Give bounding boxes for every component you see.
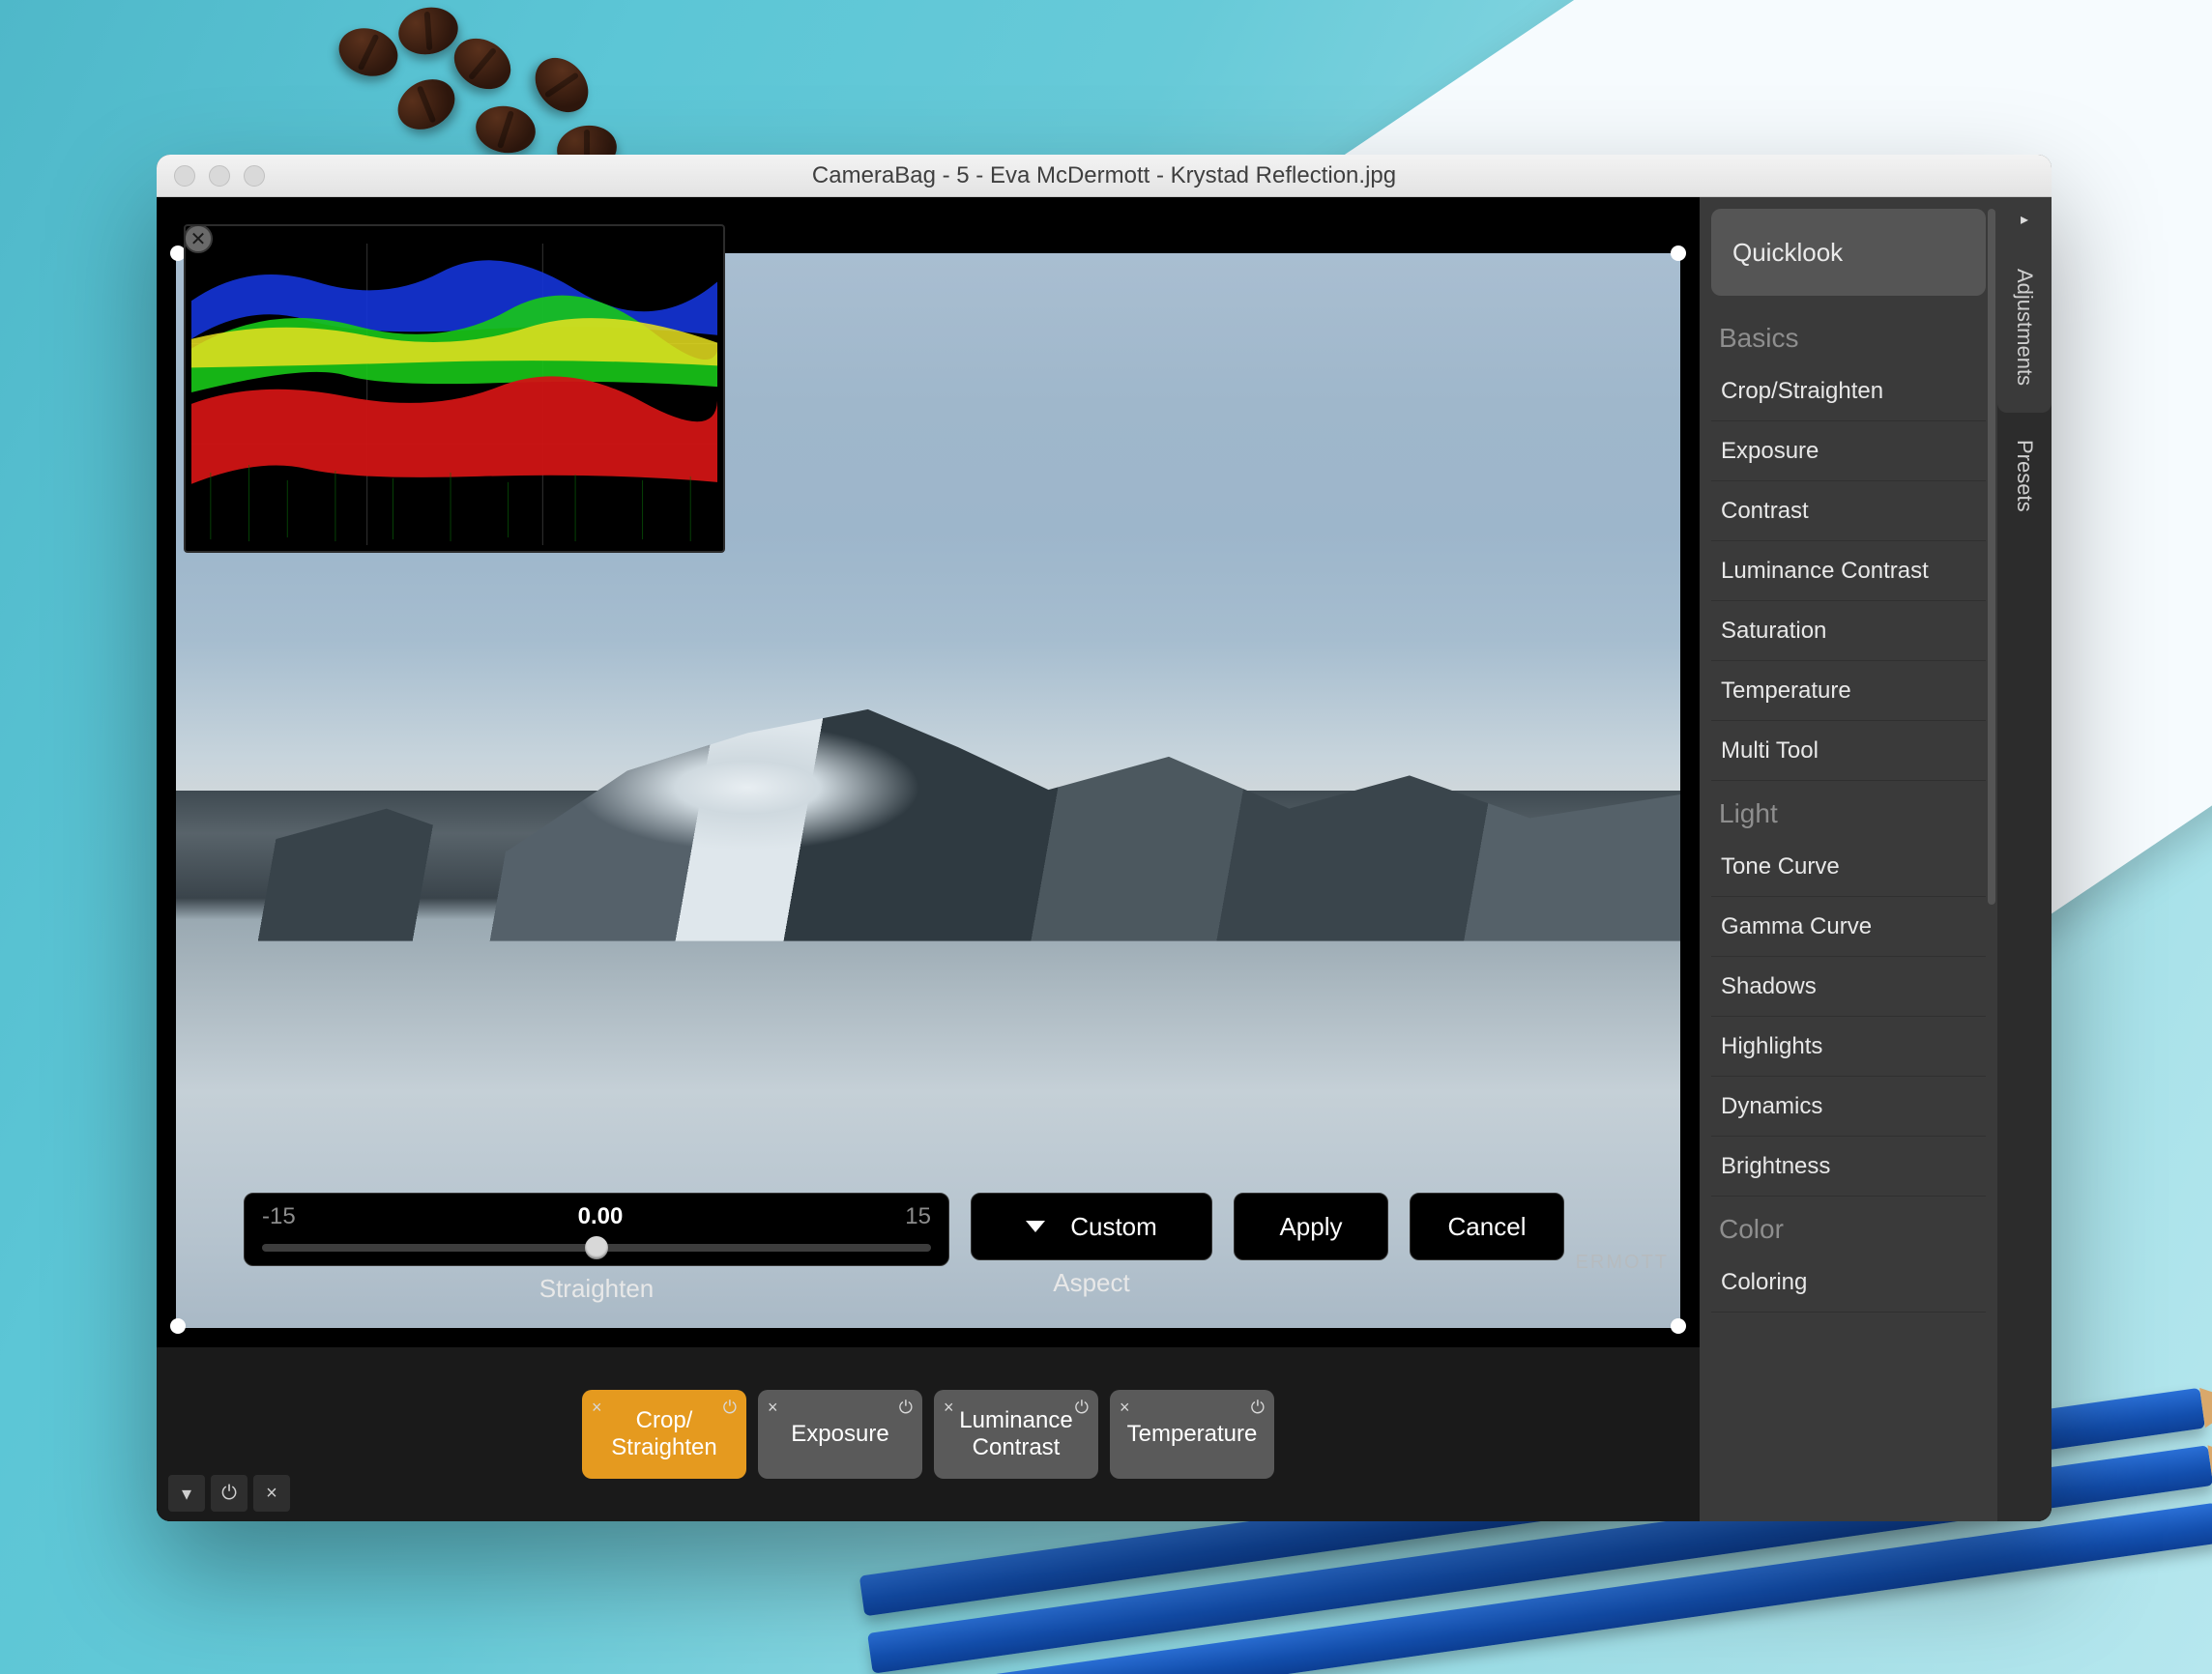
crop-handle-bottom-left[interactable] [170,1318,186,1334]
section-light-header: Light [1711,781,1986,837]
crop-handle-bottom-right[interactable] [1671,1318,1686,1334]
caret-down-icon [1026,1221,1045,1232]
panel-item-highlights[interactable]: Highlights [1711,1017,1986,1077]
adjustments-panel: Quicklook Basics Crop/Straighten Exposur… [1700,197,1997,1521]
window-title: CameraBag - 5 - Eva McDermott - Krystad … [157,162,2052,189]
chip-power-icon[interactable]: ⏻ [1251,1398,1265,1418]
panel-item-crop-straighten[interactable]: Crop/Straighten [1711,361,1986,421]
slider-track[interactable] [262,1244,931,1252]
panel-item-tone-curve[interactable]: Tone Curve [1711,837,1986,897]
chip-label: Luminance Contrast [959,1407,1072,1460]
section-color-header: Color [1711,1197,1986,1253]
titlebar[interactable]: CameraBag - 5 - Eva McDermott - Krystad … [157,155,2052,197]
straighten-slider[interactable]: -15 0.00 15 [244,1193,949,1266]
aspect-dropdown-label: Custom [1070,1212,1157,1242]
cancel-button[interactable]: Cancel [1410,1193,1564,1260]
main-area: ERMOTT ✕ [157,197,1700,1521]
strip-close-button[interactable]: × [253,1475,290,1512]
slider-max: 15 [905,1203,931,1230]
chip-remove-icon[interactable]: × [768,1398,778,1418]
close-scope-button[interactable]: ✕ [184,224,213,253]
strip-menu-button[interactable]: ▾ [168,1475,205,1512]
window-body: ERMOTT ✕ [157,197,2052,1521]
crop-toolbar: -15 0.00 15 Straighten [244,1193,1613,1309]
straighten-label: Straighten [244,1274,949,1304]
chip-label: Crop/ Straighten [611,1407,716,1460]
adjustment-chips: × ⏻ Crop/ Straighten × ⏻ Exposure × ⏻ [582,1390,1274,1479]
quicklook-button[interactable]: Quicklook [1711,209,1986,296]
slider-min: -15 [262,1203,296,1230]
panel-item-luminance-contrast[interactable]: Luminance Contrast [1711,541,1986,601]
waveform-scope[interactable]: ✕ [184,224,725,553]
crop-handle-top-right[interactable] [1671,245,1686,261]
panel-item-temperature[interactable]: Temperature [1711,661,1986,721]
image-canvas[interactable]: ERMOTT ✕ [176,216,1680,1328]
chip-remove-icon[interactable]: × [592,1398,602,1418]
app-window: CameraBag - 5 - Eva McDermott - Krystad … [157,155,2052,1521]
chip-power-icon[interactable]: ⏻ [1075,1398,1089,1418]
panel-item-contrast[interactable]: Contrast [1711,481,1986,541]
panel-item-shadows[interactable]: Shadows [1711,957,1986,1017]
slider-thumb[interactable] [585,1236,608,1259]
chip-label: Exposure [791,1421,888,1448]
chip-luminance-contrast[interactable]: × ⏻ Luminance Contrast [934,1390,1098,1479]
panel-item-exposure[interactable]: Exposure [1711,421,1986,481]
chip-label: Temperature [1127,1421,1258,1448]
strip-power-button[interactable]: ⏻ [211,1475,247,1512]
panel-item-gamma-curve[interactable]: Gamma Curve [1711,897,1986,957]
chip-power-icon[interactable]: ⏻ [899,1398,913,1418]
panel-item-multi-tool[interactable]: Multi Tool [1711,721,1986,781]
side-tabstrip: ▸ Adjustments Presets [1997,197,2052,1521]
panel-item-coloring[interactable]: Coloring [1711,1253,1986,1313]
panel-item-brightness[interactable]: Brightness [1711,1137,1986,1197]
apply-button[interactable]: Apply [1234,1193,1388,1260]
chip-remove-icon[interactable]: × [944,1398,954,1418]
aspect-label: Aspect [971,1268,1212,1298]
chip-exposure[interactable]: × ⏻ Exposure [758,1390,922,1479]
waveform-graphic [191,244,717,545]
chip-crop-straighten[interactable]: × ⏻ Crop/ Straighten [582,1390,746,1479]
tab-presets[interactable]: Presets [1997,413,2052,539]
strip-controls: ▾ ⏻ × [168,1475,290,1512]
section-basics-header: Basics [1711,305,1986,361]
panel-item-saturation[interactable]: Saturation [1711,601,1986,661]
chip-remove-icon[interactable]: × [1120,1398,1130,1418]
adjustment-strip: × ⏻ Crop/ Straighten × ⏻ Exposure × ⏻ [157,1347,1700,1521]
chip-power-icon[interactable]: ⏻ [723,1398,737,1418]
chip-temperature[interactable]: × ⏻ Temperature [1110,1390,1274,1479]
panel-item-dynamics[interactable]: Dynamics [1711,1077,1986,1137]
tab-adjustments[interactable]: Adjustments [1997,242,2052,413]
aspect-dropdown[interactable]: Custom [971,1193,1212,1260]
desktop-background: 规划，企划，计算，草稿 70SHEETS (BLANK S… CameraBag… [0,0,2212,1674]
collapse-panel-button[interactable]: ▸ [1997,197,2052,242]
slider-value: 0.00 [578,1203,624,1230]
panel-scrollbar[interactable] [1988,209,1995,905]
